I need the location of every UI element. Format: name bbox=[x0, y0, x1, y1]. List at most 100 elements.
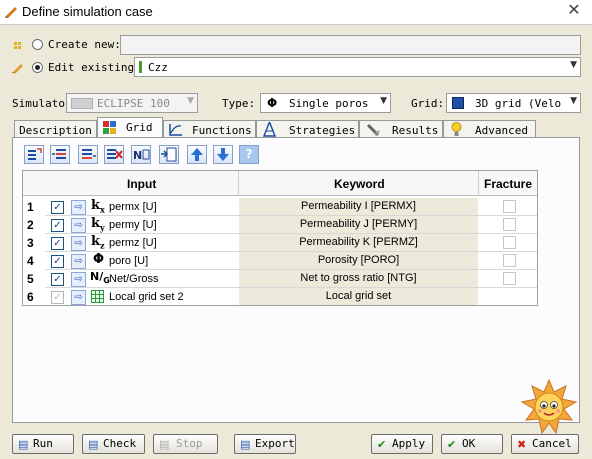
apply-button[interactable]: ✔ Apply bbox=[371, 434, 433, 454]
move-up-button[interactable] bbox=[187, 145, 207, 164]
ok-button[interactable]: ✔ OK bbox=[441, 434, 503, 454]
cancel-button[interactable]: ✖ Cancel bbox=[511, 434, 579, 454]
fracture-checkbox[interactable] bbox=[503, 218, 516, 231]
select-input-button[interactable]: ⇨ bbox=[71, 272, 86, 287]
fracture-header: Fracture bbox=[484, 177, 533, 191]
create-new-field[interactable] bbox=[120, 35, 581, 55]
pencil-icon bbox=[11, 60, 25, 74]
permx-icon: kx bbox=[91, 198, 105, 215]
functions-icon bbox=[169, 123, 183, 136]
row-number: 3 bbox=[27, 236, 34, 250]
insert-row-button[interactable] bbox=[50, 145, 70, 164]
select-input-button[interactable]: ⇨ bbox=[71, 200, 86, 215]
table-header: Input Keyword Fracture bbox=[23, 171, 537, 196]
ntg-button[interactable]: N bbox=[131, 145, 151, 164]
input-name: Local grid set 2 bbox=[109, 291, 184, 303]
create-new-label: Create new: bbox=[48, 38, 121, 51]
input-name: permz [U] bbox=[109, 237, 157, 249]
insert-below-button[interactable] bbox=[78, 145, 98, 164]
create-icon bbox=[13, 40, 22, 49]
tab-functions[interactable]: Functions bbox=[163, 120, 256, 138]
chevron-down-icon: ▼ bbox=[187, 96, 194, 106]
input-header: Input bbox=[127, 177, 157, 191]
chevron-down-icon: ▼ bbox=[570, 96, 577, 106]
export-button[interactable]: ▤ Export bbox=[234, 434, 296, 454]
create-new-radio[interactable] bbox=[32, 39, 43, 50]
select-input-button[interactable]: ⇨ bbox=[71, 254, 86, 269]
row-number: 4 bbox=[27, 254, 34, 268]
import-button[interactable] bbox=[159, 145, 179, 164]
cancel-icon: ✖ bbox=[517, 438, 527, 451]
keyword-cell[interactable]: Porosity [PORO] bbox=[239, 252, 478, 269]
grid-label: Grid: bbox=[411, 97, 445, 110]
input-name: Net/Gross bbox=[109, 273, 159, 285]
check-button[interactable]: ▤ Check bbox=[82, 434, 145, 454]
move-down-button[interactable] bbox=[213, 145, 233, 164]
keyword-cell[interactable]: Permeability I [PERMX] bbox=[239, 198, 478, 215]
select-input-button[interactable]: ⇨ bbox=[71, 218, 86, 233]
checkmark-icon: ✔ bbox=[377, 438, 387, 451]
delete-row-button[interactable] bbox=[104, 145, 124, 164]
lightbulb-icon bbox=[451, 122, 462, 137]
net-gross-icon: N/G bbox=[90, 270, 110, 286]
tab-grid[interactable]: Grid bbox=[97, 117, 163, 138]
strategies-icon bbox=[262, 120, 277, 137]
grid-3d-icon bbox=[452, 97, 464, 109]
fracture-checkbox[interactable] bbox=[503, 200, 516, 213]
window-title: Define simulation case bbox=[22, 4, 153, 19]
porosity-icon: Φ bbox=[93, 252, 105, 267]
check-icon: ▤ bbox=[88, 438, 99, 451]
append-row-button[interactable] bbox=[24, 145, 44, 164]
keyword-header: Keyword bbox=[334, 177, 385, 191]
edit-existing-select[interactable]: Czz ▼ bbox=[134, 57, 581, 77]
table-row[interactable]: 5 ✓ ⇨ N/G Net/Gross Net to gross ratio [… bbox=[23, 270, 537, 288]
case-icon bbox=[139, 61, 142, 73]
select-input-button[interactable]: ⇨ bbox=[71, 290, 86, 305]
row-checkbox[interactable]: ✓ bbox=[51, 237, 64, 250]
tab-description[interactable]: Description bbox=[14, 120, 97, 138]
row-checkbox[interactable]: ✓ bbox=[51, 255, 64, 268]
run-button[interactable]: ▤ Run bbox=[12, 434, 74, 454]
fracture-checkbox[interactable] bbox=[503, 236, 516, 249]
table-row[interactable]: 4 ✓ ⇨ Φ poro [U] Porosity [PORO] bbox=[23, 252, 537, 270]
select-input-button[interactable]: ⇨ bbox=[71, 236, 86, 251]
keyword-cell[interactable]: Permeability J [PERMY] bbox=[239, 216, 478, 233]
tab-advanced[interactable]: Advanced bbox=[443, 120, 536, 138]
simulator-select[interactable]: ECLIPSE 100 ▼ bbox=[66, 93, 198, 113]
input-name: poro [U] bbox=[109, 255, 149, 267]
stop-icon: ▤ bbox=[159, 438, 170, 451]
fracture-checkbox[interactable] bbox=[503, 272, 516, 285]
tab-results[interactable]: Results bbox=[359, 120, 443, 138]
row-number: 1 bbox=[27, 200, 34, 214]
svg-text:N: N bbox=[133, 149, 142, 162]
edit-existing-label: Edit existing: bbox=[48, 61, 141, 74]
keyword-cell[interactable]: Permeability K [PERMZ] bbox=[239, 234, 478, 251]
chevron-down-icon: ▼ bbox=[570, 60, 577, 70]
keyword-cell[interactable]: Net to gross ratio [NTG] bbox=[239, 270, 478, 287]
grid-select[interactable]: 3D grid (Velo ▼ bbox=[446, 93, 581, 113]
fracture-checkbox[interactable] bbox=[503, 254, 516, 267]
table-row[interactable]: 1 ✓ ⇨ kx permx [U] Permeability I [PERMX… bbox=[23, 198, 537, 216]
tab-strategies[interactable]: Strategies bbox=[256, 120, 359, 138]
permy-icon: ky bbox=[91, 216, 105, 233]
table-row[interactable]: 2 ✓ ⇨ ky permy [U] Permeability J [PERMY… bbox=[23, 216, 537, 234]
app-icon bbox=[4, 4, 18, 18]
type-label: Type: bbox=[222, 97, 256, 110]
table-row[interactable]: 6 ✓ ⇨ Local grid set 2 Local grid set bbox=[23, 288, 537, 306]
row-number: 6 bbox=[27, 290, 34, 304]
type-select[interactable]: Φ Single poros ▼ bbox=[260, 93, 391, 113]
results-icon bbox=[366, 123, 380, 137]
close-button[interactable]: ✕ bbox=[562, 0, 586, 20]
row-checkbox[interactable]: ✓ bbox=[51, 219, 64, 232]
row-number: 2 bbox=[27, 218, 34, 232]
row-checkbox[interactable]: ✓ bbox=[51, 201, 64, 214]
simulator-icon bbox=[71, 98, 93, 109]
title-bar: Define simulation case ✕ bbox=[0, 0, 592, 25]
table-row[interactable]: 3 ✓ ⇨ kz permz [U] Permeability K [PERMZ… bbox=[23, 234, 537, 252]
row-checkbox: ✓ bbox=[51, 291, 64, 304]
row-checkbox[interactable]: ✓ bbox=[51, 273, 64, 286]
help-button[interactable]: ? bbox=[239, 145, 259, 164]
local-grid-icon bbox=[91, 290, 104, 303]
edit-existing-radio[interactable] bbox=[32, 62, 43, 73]
keyword-cell[interactable]: Local grid set bbox=[239, 288, 478, 305]
